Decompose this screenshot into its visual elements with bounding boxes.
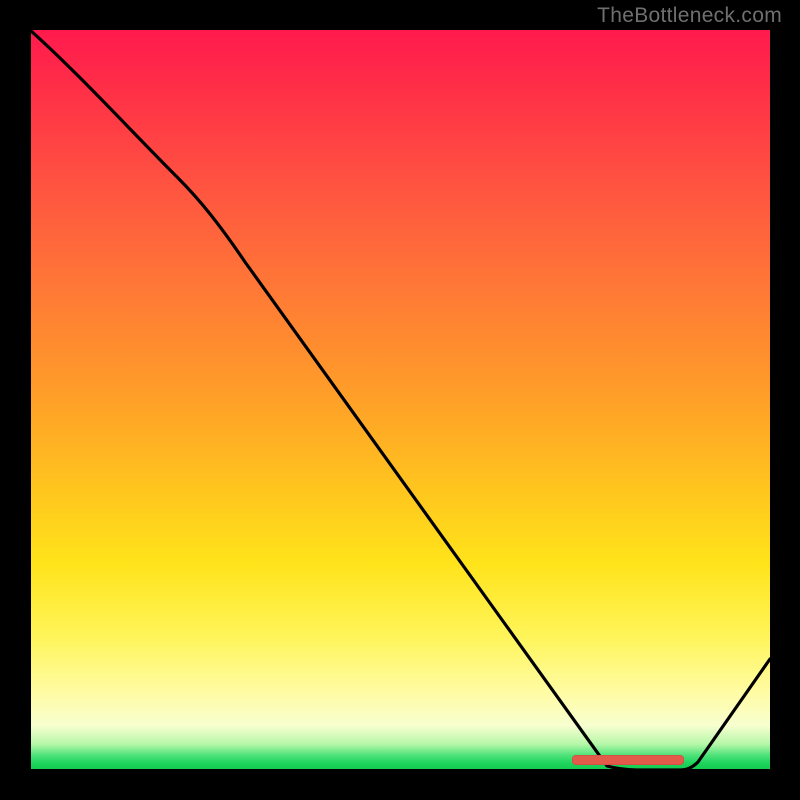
y-axis xyxy=(28,28,31,772)
bottleneck-curve xyxy=(30,30,770,770)
optimal-range-marker xyxy=(572,755,684,765)
x-axis xyxy=(28,769,772,772)
watermark-text: TheBottleneck.com xyxy=(597,4,782,28)
chart-stage: TheBottleneck.com xyxy=(0,0,800,800)
plot-area xyxy=(30,30,770,770)
